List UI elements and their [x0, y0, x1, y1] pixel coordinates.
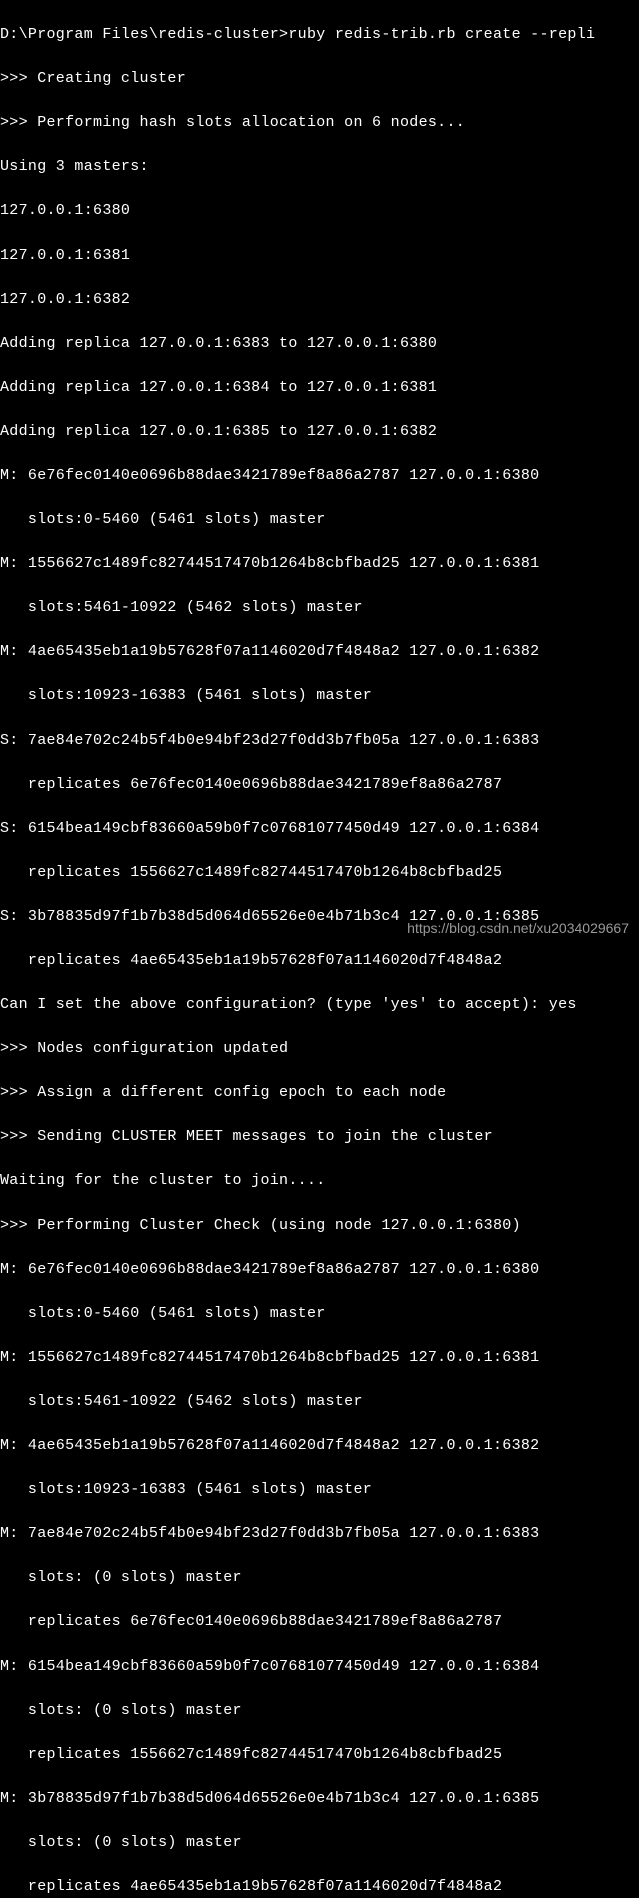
terminal-line: M: 6e76fec0140e0696b88dae3421789ef8a86a2… [0, 1259, 639, 1281]
terminal-line: S: 6154bea149cbf83660a59b0f7c07681077450… [0, 818, 639, 840]
terminal-line: slots:5461-10922 (5462 slots) master [0, 1391, 639, 1413]
terminal-line: Can I set the above configuration? (type… [0, 994, 639, 1016]
terminal-line: >>> Performing Cluster Check (using node… [0, 1215, 639, 1237]
terminal-line: M: 1556627c1489fc82744517470b1264b8cbfba… [0, 553, 639, 575]
terminal-line: slots: (0 slots) master [0, 1567, 639, 1589]
terminal-line: >>> Assign a different config epoch to e… [0, 1082, 639, 1104]
terminal-line: >>> Performing hash slots allocation on … [0, 112, 639, 134]
watermark-text: https://blog.csdn.net/xu2034029667 [407, 918, 629, 939]
terminal-line: M: 7ae84e702c24b5f4b0e94bf23d27f0dd3b7fb… [0, 1523, 639, 1545]
terminal-line: slots:10923-16383 (5461 slots) master [0, 685, 639, 707]
terminal-line: M: 3b78835d97f1b7b38d5d064d65526e0e4b71b… [0, 1788, 639, 1810]
terminal-line: slots:5461-10922 (5462 slots) master [0, 597, 639, 619]
terminal-line: >>> Creating cluster [0, 68, 639, 90]
terminal-line: slots:0-5460 (5461 slots) master [0, 509, 639, 531]
terminal-line: slots: (0 slots) master [0, 1832, 639, 1854]
terminal-line: Adding replica 127.0.0.1:6383 to 127.0.0… [0, 333, 639, 355]
terminal-line: replicates 6e76fec0140e0696b88dae3421789… [0, 774, 639, 796]
terminal-line: S: 7ae84e702c24b5f4b0e94bf23d27f0dd3b7fb… [0, 730, 639, 752]
terminal-line: D:\Program Files\redis-cluster>ruby redi… [0, 24, 639, 46]
terminal-line: replicates 6e76fec0140e0696b88dae3421789… [0, 1611, 639, 1633]
terminal-line: M: 1556627c1489fc82744517470b1264b8cbfba… [0, 1347, 639, 1369]
terminal-line: Using 3 masters: [0, 156, 639, 178]
terminal-line: Waiting for the cluster to join.... [0, 1170, 639, 1192]
terminal-line: 127.0.0.1:6382 [0, 289, 639, 311]
terminal-line: Adding replica 127.0.0.1:6384 to 127.0.0… [0, 377, 639, 399]
terminal-line: replicates 1556627c1489fc82744517470b126… [0, 1744, 639, 1766]
terminal-line: M: 6154bea149cbf83660a59b0f7c07681077450… [0, 1656, 639, 1678]
terminal-line: slots: (0 slots) master [0, 1700, 639, 1722]
terminal-line: 127.0.0.1:6380 [0, 200, 639, 222]
terminal-line: M: 4ae65435eb1a19b57628f07a1146020d7f484… [0, 1435, 639, 1457]
terminal-line: replicates 4ae65435eb1a19b57628f07a11460… [0, 950, 639, 972]
terminal-line: M: 6e76fec0140e0696b88dae3421789ef8a86a2… [0, 465, 639, 487]
terminal-output: D:\Program Files\redis-cluster>ruby redi… [0, 2, 639, 1898]
terminal-line: Adding replica 127.0.0.1:6385 to 127.0.0… [0, 421, 639, 443]
terminal-line: 127.0.0.1:6381 [0, 245, 639, 267]
terminal-line: M: 4ae65435eb1a19b57628f07a1146020d7f484… [0, 641, 639, 663]
terminal-line: replicates 4ae65435eb1a19b57628f07a11460… [0, 1876, 639, 1898]
terminal-line: replicates 1556627c1489fc82744517470b126… [0, 862, 639, 884]
terminal-line: slots:0-5460 (5461 slots) master [0, 1303, 639, 1325]
terminal-line: >>> Sending CLUSTER MEET messages to joi… [0, 1126, 639, 1148]
terminal-line: slots:10923-16383 (5461 slots) master [0, 1479, 639, 1501]
terminal-line: >>> Nodes configuration updated [0, 1038, 639, 1060]
